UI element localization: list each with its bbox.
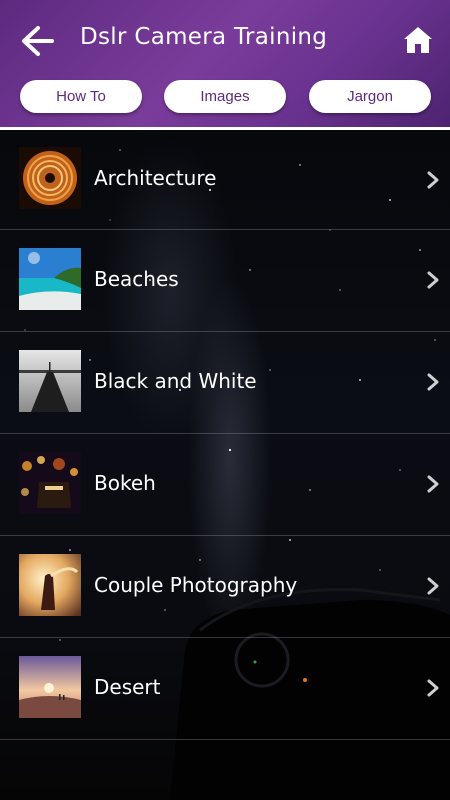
home-button[interactable] xyxy=(402,24,434,56)
couple-photography-thumbnail xyxy=(19,554,81,616)
category-list: Architecture Beaches Black and White Bok… xyxy=(0,130,450,740)
bokeh-thumbnail xyxy=(19,452,81,514)
back-arrow-icon xyxy=(22,26,54,56)
page-title: Dslr Camera Training xyxy=(80,24,328,50)
list-item-label: Desert xyxy=(94,675,161,699)
back-button[interactable] xyxy=(18,22,58,60)
list-item-label: Black and White xyxy=(94,369,257,393)
list-item-beaches[interactable]: Beaches xyxy=(0,230,450,332)
chevron-right-icon xyxy=(427,271,439,289)
list-item-label: Bokeh xyxy=(94,471,156,495)
home-icon xyxy=(404,27,432,53)
list-item-label: Couple Photography xyxy=(94,573,298,597)
tab-images[interactable]: Images xyxy=(164,80,286,113)
list-item-couple-photography[interactable]: Couple Photography xyxy=(0,536,450,638)
chevron-right-icon xyxy=(427,171,439,189)
black-and-white-thumbnail xyxy=(19,350,81,412)
list-item-label: Beaches xyxy=(94,267,179,291)
list-item-architecture[interactable]: Architecture xyxy=(0,130,450,230)
app-header: Dslr Camera Training How To Images Jargo… xyxy=(0,0,450,130)
list-item-label: Architecture xyxy=(94,166,217,190)
list-item-black-and-white[interactable]: Black and White xyxy=(0,332,450,434)
list-item-bokeh[interactable]: Bokeh xyxy=(0,434,450,536)
desert-thumbnail xyxy=(19,656,81,718)
chevron-right-icon xyxy=(427,577,439,595)
tab-jargon[interactable]: Jargon xyxy=(309,80,431,113)
tab-how-to[interactable]: How To xyxy=(20,80,142,113)
list-item-desert[interactable]: Desert xyxy=(0,638,450,740)
chevron-right-icon xyxy=(427,373,439,391)
architecture-thumbnail xyxy=(19,147,81,209)
beaches-thumbnail xyxy=(19,248,81,310)
chevron-right-icon xyxy=(427,475,439,493)
chevron-right-icon xyxy=(427,679,439,697)
